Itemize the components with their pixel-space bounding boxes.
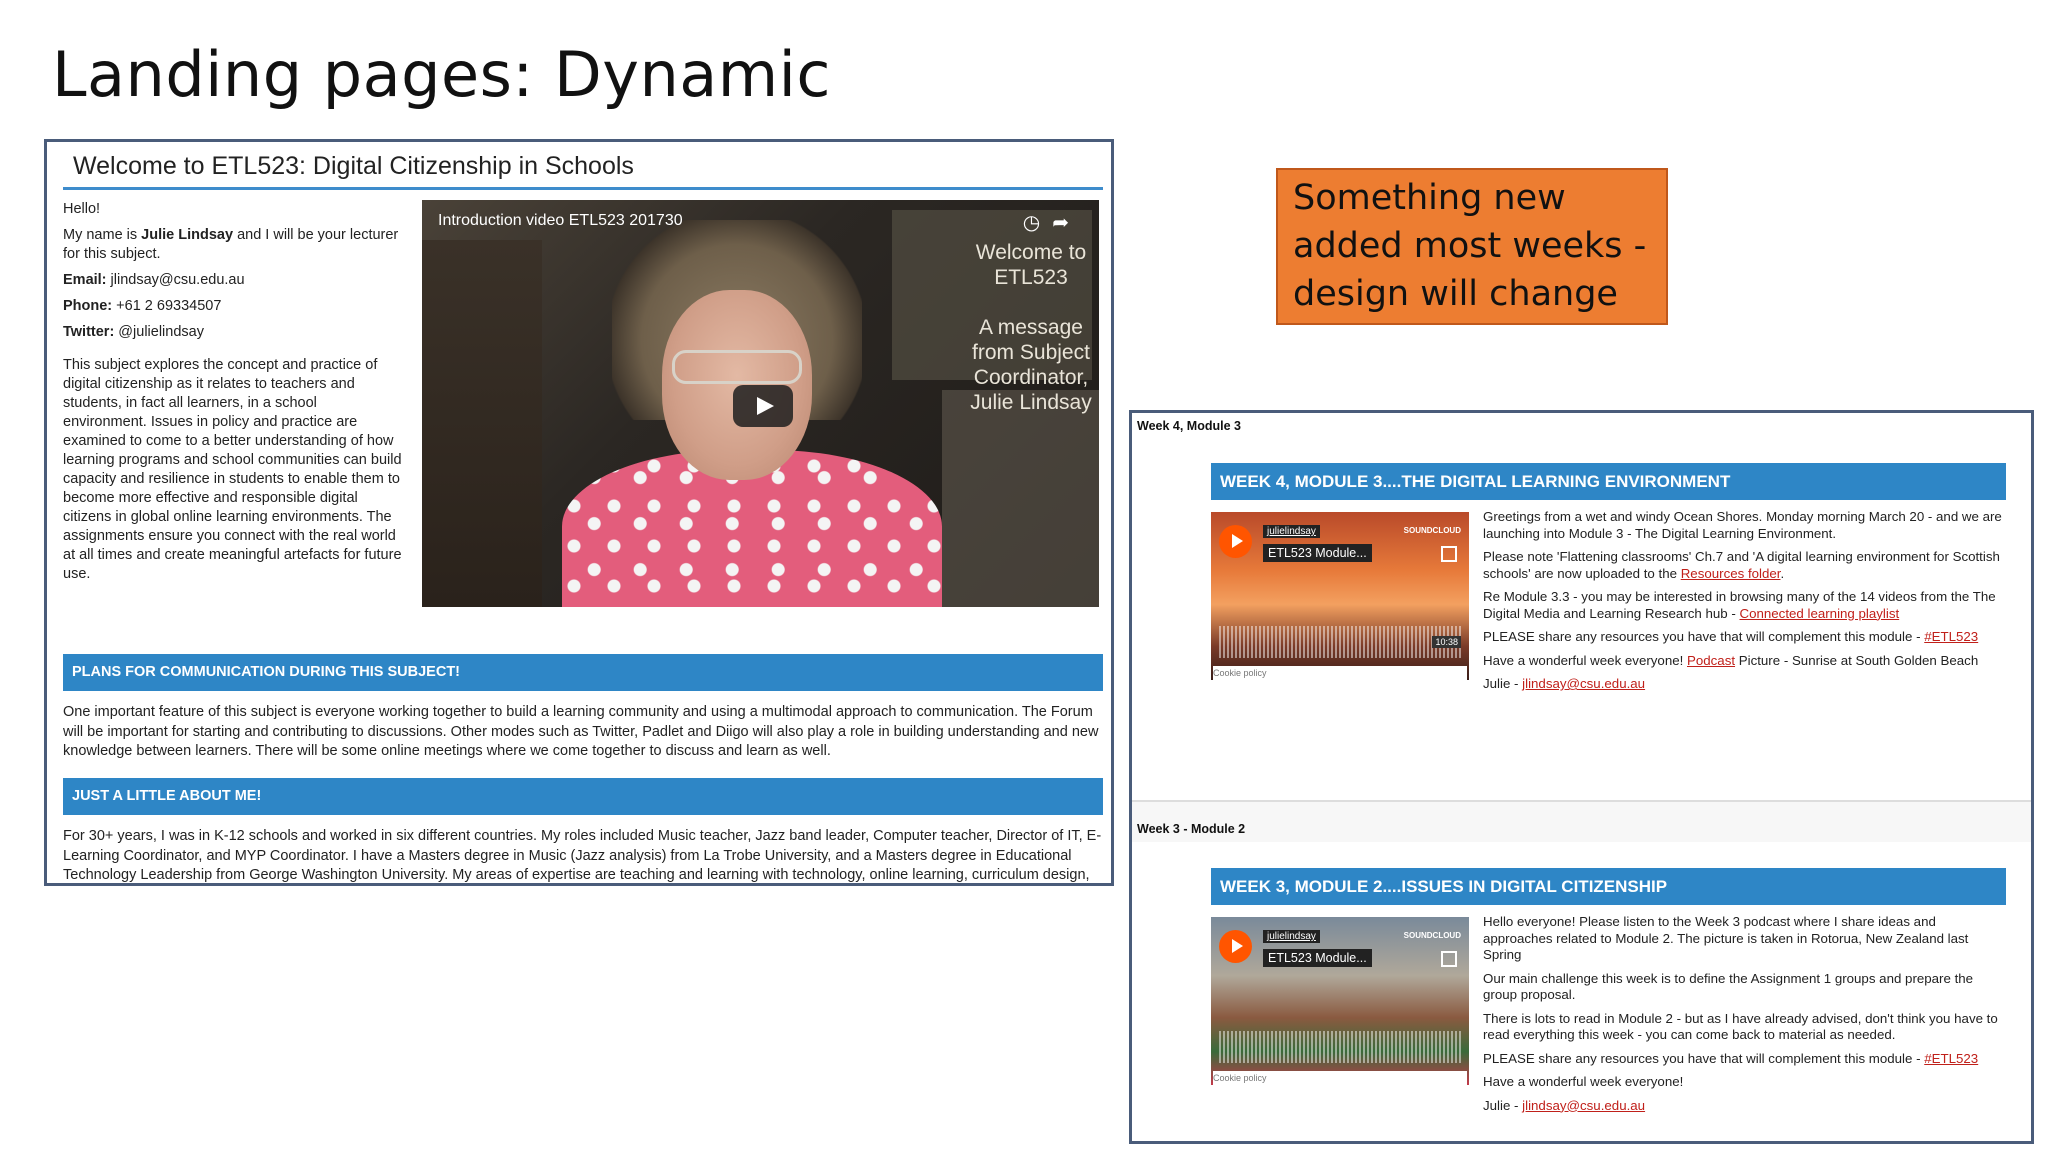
cookie-policy-link[interactable]: Cookie policy [1213,666,1467,680]
week3-closing: Have a wonderful week everyone! [1483,1074,1684,1089]
week4-resources-note: Please note 'Flattening classrooms' Ch.7… [1483,549,2000,581]
video-title[interactable]: Introduction video ETL523 201730 [438,212,683,230]
subject-description: This subject explores the concept and pr… [63,357,402,582]
twitter-handle[interactable]: @julielindsay [114,324,204,340]
week3-heading: Week 3 - Module 2 [1137,822,1246,836]
week3-soundcloud-player[interactable]: julielindsay ETL523 Module... SOUNDCLOUD… [1211,917,1469,1085]
week4-closing: Have a wonderful week everyone! Podcast … [1483,652,1979,668]
week4-greeting: Greetings from a wet and windy Ocean Sho… [1483,509,2002,541]
phone-value: +61 2 69334507 [112,298,222,314]
hello-text: Hello! [63,201,101,217]
week3-banner: WEEK 3, MODULE 2....ISSUES IN DIGITAL CI… [1211,868,2006,905]
connected-learning-link[interactable]: Connected learning playlist [1740,606,1900,621]
name-line: My name is Julie Lindsay and I will be y… [63,227,399,262]
about-me-heading: JUST A LITTLE ABOUT ME! [63,778,1103,815]
soundcloud-track[interactable]: ETL523 Module... [1263,949,1372,967]
twitter-line: Twitter: @julielindsay [63,324,204,340]
week4-banner: WEEK 4, MODULE 3....THE DIGITAL LEARNING… [1211,463,2006,500]
email-value[interactable]: jlindsay@csu.edu.au [107,272,245,288]
intro-video[interactable]: Introduction video ETL523 201730 ◷➦ Welc… [422,200,1099,607]
cookie-policy-link[interactable]: Cookie policy [1213,1071,1467,1085]
welcome-page-screenshot: Welcome to ETL523: Digital Citizenship i… [44,139,1114,886]
title-divider [63,187,1103,190]
week4-signature: Julie - jlindsay@csu.edu.au [1483,676,1646,691]
week4-heading: Week 4, Module 3 [1137,419,1241,433]
waveform[interactable] [1219,626,1461,658]
week4-share-note: PLEASE share any resources you have that… [1483,629,1979,644]
week3-post: Hello everyone! Please listen to the Wee… [1483,914,2003,1121]
play-button[interactable] [733,385,793,427]
video-icons: ◷➦ [1023,210,1081,235]
share-icon[interactable] [1441,546,1457,562]
video-background-shelf [422,240,542,607]
video-presenter-face [662,290,812,480]
soundcloud-user[interactable]: julielindsay [1263,930,1320,943]
lecturer-intro: Hello! My name is Julie Lindsay and I wi… [63,200,403,591]
hashtag-link[interactable]: #ETL523 [1924,629,1978,644]
comm-plans-heading: PLANS FOR COMMUNICATION DURING THIS SUBJ… [63,654,1103,691]
soundcloud-logo: SOUNDCLOUD [1403,931,1461,940]
share-icon[interactable]: ➦ [1052,212,1081,234]
play-icon[interactable] [1219,525,1252,558]
soundcloud-user[interactable]: julielindsay [1263,525,1320,538]
welcome-title: Welcome to ETL523: Digital Citizenship i… [73,152,634,180]
resources-folder-link[interactable]: Resources folder [1681,566,1781,581]
video-presenter-glasses [672,350,802,384]
email-link[interactable]: jlindsay@csu.edu.au [1522,676,1645,691]
week3-header-bg [1132,802,2031,842]
about-me-text: For 30+ years, I was in K-12 schools and… [63,828,1102,883]
week3-challenge: Our main challenge this week is to defin… [1483,970,1974,1003]
track-duration: 10:38 [1432,636,1461,648]
week3-signature: Julie - jlindsay@csu.edu.au [1483,1097,1646,1113]
email-line: Email: jlindsay@csu.edu.au [63,272,245,288]
phone-line: Phone: +61 2 69334507 [63,298,222,314]
week3-share-note: PLEASE share any resources you have that… [1483,1050,1979,1066]
slide-title: Landing pages: Dynamic [52,38,831,111]
callout-note: Something new added most weeks - design … [1276,168,1668,325]
week4-soundcloud-player[interactable]: julielindsay ETL523 Module... SOUNDCLOUD… [1211,512,1469,680]
share-icon[interactable] [1441,951,1457,967]
clock-icon[interactable]: ◷ [1023,212,1052,234]
lecturer-name: Julie Lindsay [141,227,234,243]
hashtag-link[interactable]: #ETL523 [1924,1051,1978,1066]
comm-plans-text: One important feature of this subject is… [63,704,1099,759]
week4-videos-note: Re Module 3.3 - you may be interested in… [1483,589,1996,621]
play-icon[interactable] [1219,930,1252,963]
overlay-welcome: Welcome to ETL523 [975,241,1087,289]
weekly-updates-screenshot: Week 4, Module 3 WEEK 4, MODULE 3....THE… [1129,410,2034,1144]
video-overlay-text: Welcome to ETL523 A message from Subject… [966,240,1096,440]
soundcloud-logo: SOUNDCLOUD [1403,526,1461,535]
week3-greeting: Hello everyone! Please listen to the Wee… [1483,914,1969,962]
week4-post: Greetings from a wet and windy Ocean Sho… [1483,509,2003,700]
overlay-message: A message from Subject Coordinator, Juli… [970,316,1092,414]
waveform[interactable] [1219,1031,1461,1063]
soundcloud-track[interactable]: ETL523 Module... [1263,544,1372,562]
email-link[interactable]: jlindsay@csu.edu.au [1522,1098,1645,1113]
week3-reading-note: There is lots to read in Module 2 - but … [1483,1010,1998,1043]
podcast-link[interactable]: Podcast [1687,653,1735,668]
